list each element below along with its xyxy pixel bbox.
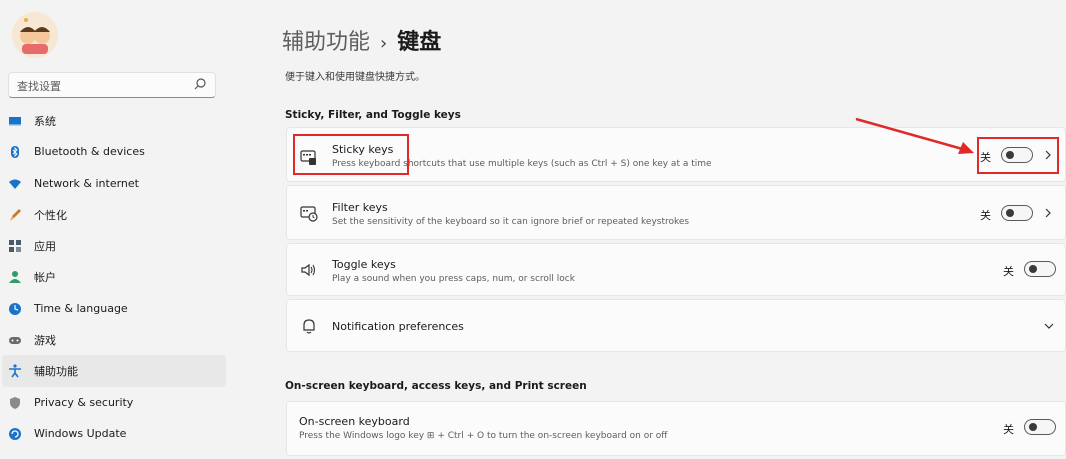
chevron-right-icon[interactable] <box>1043 208 1053 218</box>
person-icon <box>9 271 21 284</box>
sidebar: 查找设置 系统 Bluetooth & devices Network & in… <box>0 0 228 459</box>
sidebar-item-label: Privacy & security <box>34 395 134 409</box>
gamepad-icon <box>9 337 21 345</box>
sidebar-item-label: 应用 <box>34 239 56 253</box>
filter-keys-description: Set the sensitivity of the keyboard so i… <box>332 217 690 227</box>
sidebar-item-label: 游戏 <box>34 333 56 347</box>
sidebar-item-label: 辅助功能 <box>34 365 78 379</box>
sidebar-item-label: Time & language <box>34 301 128 315</box>
sidebar-item-label: 系统 <box>34 114 56 128</box>
toggle-keys-title: Toggle keys <box>332 258 396 271</box>
page-title: 键盘 <box>397 30 442 55</box>
wifi-icon <box>9 179 21 189</box>
sidebar-item-apps[interactable]: 应用 <box>2 230 226 261</box>
filter-keys-icon <box>300 206 318 222</box>
search-input[interactable]: 查找设置 <box>8 72 216 98</box>
sidebar-item-gaming[interactable]: 游戏 <box>2 324 226 355</box>
breadcrumb-parent[interactable]: 辅助功能 <box>282 30 370 55</box>
search-icon[interactable] <box>193 77 207 91</box>
sidebar-item-network[interactable]: Network & internet <box>2 168 226 199</box>
sidebar-item-personalization[interactable]: 个性化 <box>2 199 226 230</box>
bell-icon <box>303 319 315 334</box>
speaker-icon <box>301 263 316 277</box>
filter-keys-title: Filter keys <box>332 201 388 214</box>
monitor-icon <box>9 117 21 126</box>
onscreen-keyboard-state: 关 <box>1003 423 1014 436</box>
onscreen-keyboard-title: On-screen keyboard <box>299 415 410 428</box>
notification-preferences-card[interactable]: Notification preferences <box>286 299 1066 352</box>
onscreen-keyboard-description: Press the Windows logo key ⊞ + Ctrl + O … <box>299 431 668 441</box>
update-icon <box>9 427 21 440</box>
sidebar-item-system[interactable]: 系统 <box>2 105 226 136</box>
accessibility-icon <box>9 364 21 378</box>
sidebar-item-label: Network & internet <box>34 176 139 190</box>
sidebar-item-windows-update[interactable]: Windows Update <box>2 418 226 449</box>
sidebar-nav: 系统 Bluetooth & devices Network & interne… <box>0 105 228 449</box>
apps-icon <box>9 240 21 253</box>
sidebar-item-label: 个性化 <box>34 208 67 222</box>
page-subtitle: 便于键入和使用键盘快捷方式。 <box>285 72 425 83</box>
sidebar-item-time-language[interactable]: Time & language <box>2 293 226 324</box>
sidebar-item-privacy[interactable]: Privacy & security <box>2 387 226 418</box>
main-content: 辅助功能 › 键盘 便于键入和使用键盘快捷方式。 Sticky, Filter, a… <box>280 0 1066 459</box>
toggle-keys-toggle[interactable] <box>1024 261 1056 277</box>
globe-clock-icon <box>9 302 21 315</box>
bluetooth-icon <box>11 146 19 159</box>
annotation-box-toggle <box>977 137 1059 174</box>
breadcrumb: 辅助功能 › 键盘 <box>282 24 441 56</box>
section-heading-onscreen: On-screen keyboard, access keys, and Pri… <box>285 380 587 392</box>
sidebar-item-bluetooth[interactable]: Bluetooth & devices <box>2 136 226 167</box>
annotation-box-sticky-keys <box>293 134 409 175</box>
brush-icon <box>10 208 21 221</box>
toggle-keys-card[interactable]: Toggle keys Play a sound when you press … <box>286 243 1066 296</box>
notification-preferences-title: Notification preferences <box>332 320 464 333</box>
shield-icon <box>10 396 20 409</box>
sidebar-item-accessibility[interactable]: 辅助功能 <box>2 355 226 387</box>
sidebar-item-label: 帐户 <box>34 271 56 285</box>
chevron-down-icon[interactable] <box>1044 321 1054 331</box>
filter-keys-state: 关 <box>980 209 991 222</box>
toggle-keys-description: Play a sound when you press caps, num, o… <box>332 274 575 284</box>
section-heading-sticky-filter-toggle: Sticky, Filter, and Toggle keys <box>285 109 461 121</box>
avatar[interactable] <box>12 12 58 58</box>
onscreen-keyboard-card[interactable]: On-screen keyboard Press the Windows log… <box>286 401 1066 456</box>
toggle-keys-state: 关 <box>1003 265 1014 278</box>
annotation-arrow <box>855 117 974 154</box>
sidebar-item-label: Bluetooth & devices <box>34 145 145 159</box>
filter-keys-card[interactable]: Filter keys Set the sensitivity of the k… <box>286 185 1066 240</box>
breadcrumb-separator: › <box>380 33 388 54</box>
search-placeholder: 查找设置 <box>17 80 61 93</box>
sidebar-item-label: Windows Update <box>34 427 127 441</box>
filter-keys-toggle[interactable] <box>1001 205 1033 221</box>
sidebar-item-accounts[interactable]: 帐户 <box>2 261 226 292</box>
onscreen-keyboard-toggle[interactable] <box>1024 419 1056 435</box>
